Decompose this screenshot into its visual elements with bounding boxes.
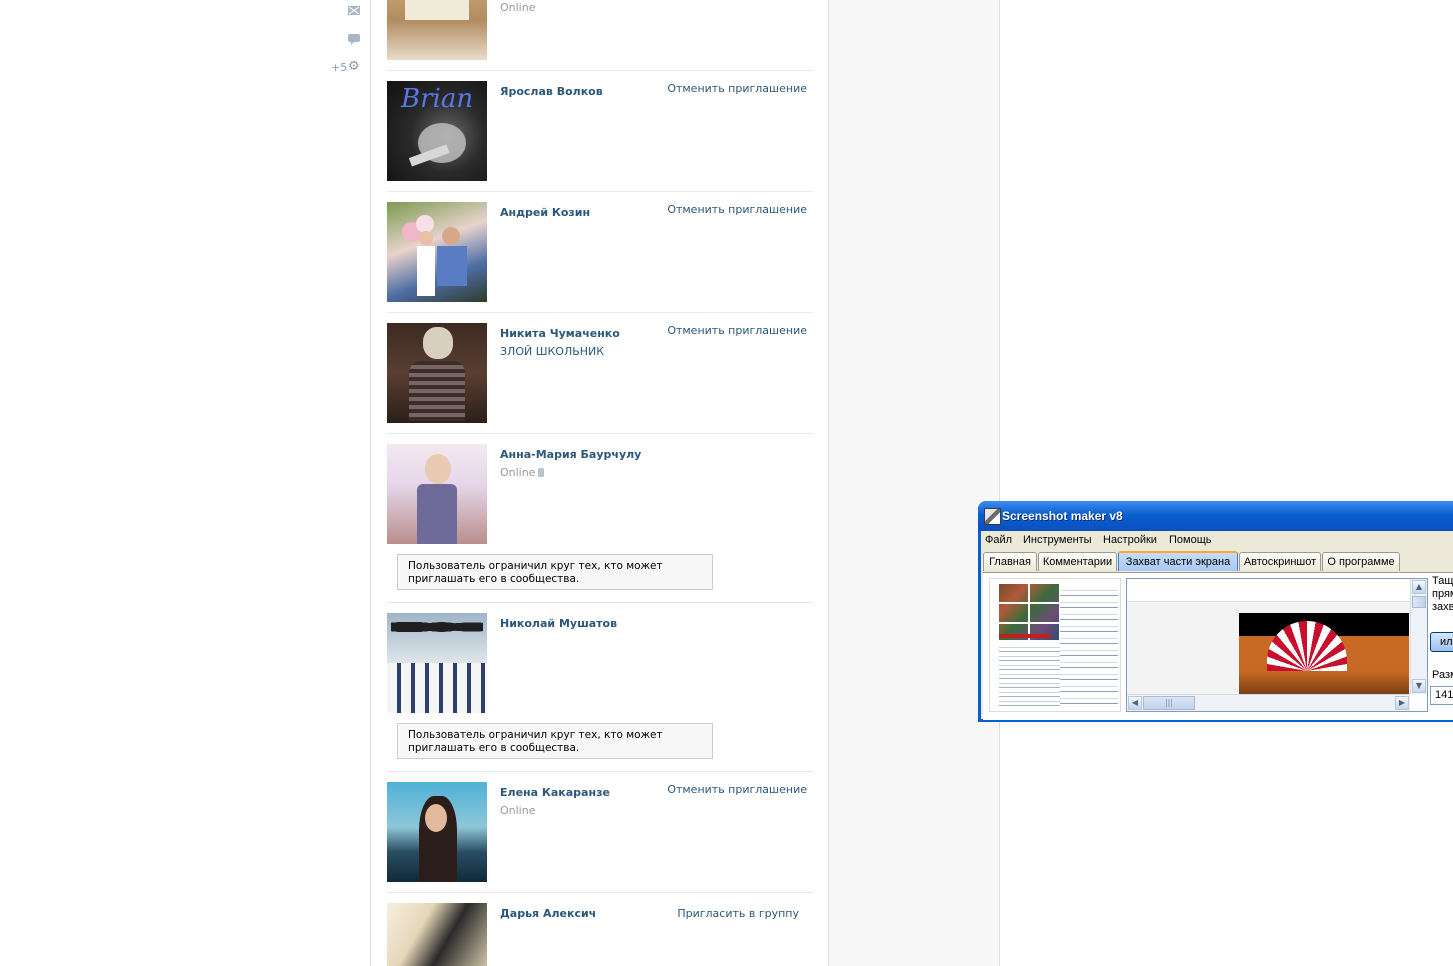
row-divider — [387, 312, 813, 313]
row-divider — [387, 602, 813, 603]
avatar[interactable] — [387, 323, 487, 423]
row-divider — [387, 70, 813, 71]
thumbnail-red-bar — [999, 634, 1051, 638]
left-action-icons: +5 ⚙ — [320, 0, 370, 90]
list-item: Дарья Алексич Пригласить в группу — [387, 903, 813, 966]
vertical-scroll-thumb[interactable] — [1412, 596, 1426, 608]
avatar[interactable] — [387, 903, 487, 966]
row-divider — [387, 892, 813, 893]
member-name[interactable]: Николай Мушатов — [500, 617, 617, 630]
avatar-photo — [402, 215, 467, 296]
size-input[interactable]: 141 — [1430, 686, 1453, 705]
cancel-invite-link[interactable]: Отменить приглашение — [667, 82, 807, 95]
list-item: Online — [387, 0, 813, 70]
avatar[interactable]: Brian — [387, 81, 487, 181]
vertical-scrollbar[interactable]: ▲ ▼ — [1410, 579, 1427, 694]
tab-about[interactable]: О программе — [1322, 552, 1400, 571]
instruction-line-3: захв — [1432, 601, 1453, 613]
avatar[interactable] — [387, 0, 487, 60]
member-name[interactable]: Андрей Козин — [500, 206, 590, 219]
tab-region-capture[interactable]: Захват части экрана — [1118, 551, 1238, 571]
window-titlebar[interactable]: Screenshot maker v8 — [978, 501, 1453, 531]
avatar[interactable] — [387, 444, 487, 544]
scroll-left-button[interactable]: ◀ — [1128, 696, 1142, 710]
menu-settings[interactable]: Настройки — [1103, 534, 1157, 546]
menu-bar: Файл Инструменты Настройки Помощь — [981, 531, 1453, 549]
horizontal-scroll-thumb[interactable]: ||| — [1143, 696, 1195, 710]
avatar[interactable] — [387, 782, 487, 882]
online-label: Online — [500, 466, 536, 479]
tab-panel-region-capture: ▲ ▼ ◀ ||| ▶ Тащ прям захв или Разм 141 — [983, 572, 1453, 720]
menu-tools[interactable]: Инструменты — [1023, 534, 1092, 546]
list-item: Никита Чумаченко ЗЛОЙ ШКОЛЬНИК Отменить … — [387, 323, 813, 433]
gear-icon[interactable]: ⚙ — [348, 60, 360, 73]
invite-restriction-notice: Пользователь ограничил круг тех, кто мож… — [397, 554, 713, 590]
instruction-line-2: прям — [1432, 588, 1453, 600]
invite-to-group-link[interactable]: Пригласить в группу — [677, 907, 799, 920]
menu-file[interactable]: Файл — [985, 534, 1012, 546]
window-body: Файл Инструменты Настройки Помощь Главна… — [981, 531, 1453, 720]
screen-thumbnail[interactable] — [989, 578, 1121, 712]
thumbnail-photos — [999, 584, 1059, 640]
row-divider — [387, 191, 813, 192]
online-status: Online — [500, 1, 536, 14]
member-name[interactable]: Дарья Алексич — [500, 907, 596, 920]
thumbnail-text-lines — [999, 643, 1061, 707]
instruction-line-1: Тащ — [1432, 575, 1453, 587]
window-title: Screenshot maker v8 — [1002, 509, 1123, 523]
member-name[interactable]: Ярослав Волков — [500, 85, 603, 98]
side-panel-border — [999, 0, 1000, 966]
column-border-left — [370, 0, 371, 966]
row-divider — [387, 433, 813, 434]
online-status: Online — [500, 804, 536, 817]
chat-icon[interactable] — [348, 34, 360, 45]
scroll-down-button[interactable]: ▼ — [1412, 679, 1426, 693]
horizontal-scrollbar[interactable]: ◀ ||| ▶ — [1127, 694, 1410, 711]
cancel-invite-link[interactable]: Отменить приглашение — [667, 783, 807, 796]
online-status: Online — [500, 466, 545, 479]
list-item: Анна-Мария Баурчулу Online Пользователь … — [387, 444, 813, 602]
alternate-capture-button[interactable]: или — [1430, 632, 1453, 652]
more-count[interactable]: +5 — [331, 61, 347, 74]
list-item: Андрей Козин Отменить приглашение — [387, 202, 813, 312]
mail-icon[interactable] — [348, 6, 360, 15]
tab-bar: Главная Комментарии Захват части экрана … — [983, 551, 1453, 573]
list-item: Brian Ярослав Волков Отменить приглашени… — [387, 81, 813, 191]
capture-preview[interactable]: ▲ ▼ ◀ ||| ▶ — [1126, 578, 1428, 712]
side-panel — [829, 0, 999, 966]
cancel-invite-link[interactable]: Отменить приглашение — [667, 324, 807, 337]
scroll-right-button[interactable]: ▶ — [1395, 696, 1409, 710]
thumbnail-text-column — [1060, 584, 1118, 708]
avatar[interactable] — [387, 202, 487, 302]
member-name[interactable]: Елена Какаранзе — [500, 786, 610, 799]
avatar-photo: Brian — [400, 84, 473, 167]
tab-autoscreenshot[interactable]: Автоскриншот — [1239, 552, 1321, 571]
tab-main[interactable]: Главная — [983, 552, 1037, 571]
menu-help[interactable]: Помощь — [1169, 534, 1212, 546]
avatar[interactable] — [387, 613, 487, 713]
invite-restriction-notice: Пользователь ограничил круг тех, кто мож… — [397, 723, 713, 759]
preview-header — [1127, 579, 1410, 602]
cancel-invite-link[interactable]: Отменить приглашение — [667, 203, 807, 216]
row-divider — [387, 771, 813, 772]
tab-comments[interactable]: Комментарии — [1038, 552, 1117, 571]
list-item: Елена Какаранзе Online Отменить приглаше… — [387, 782, 813, 892]
list-item: Николай Мушатов Пользователь ограничил к… — [387, 613, 813, 771]
size-label: Разм — [1432, 669, 1453, 681]
app-icon — [984, 508, 1001, 525]
scroll-up-button[interactable]: ▲ — [1412, 580, 1426, 594]
instruction-text: Тащ прям захв — [1432, 575, 1453, 614]
member-name[interactable]: Никита Чумаченко — [500, 327, 620, 340]
member-status: ЗЛОЙ ШКОЛЬНИК — [500, 345, 605, 358]
screenshot-maker-window: Screenshot maker v8 Файл Инструменты Нас… — [978, 501, 1453, 722]
avatar-handwriting: Brian — [400, 84, 473, 114]
member-name[interactable]: Анна-Мария Баурчулу — [500, 448, 641, 461]
mobile-phone-icon — [538, 468, 545, 477]
